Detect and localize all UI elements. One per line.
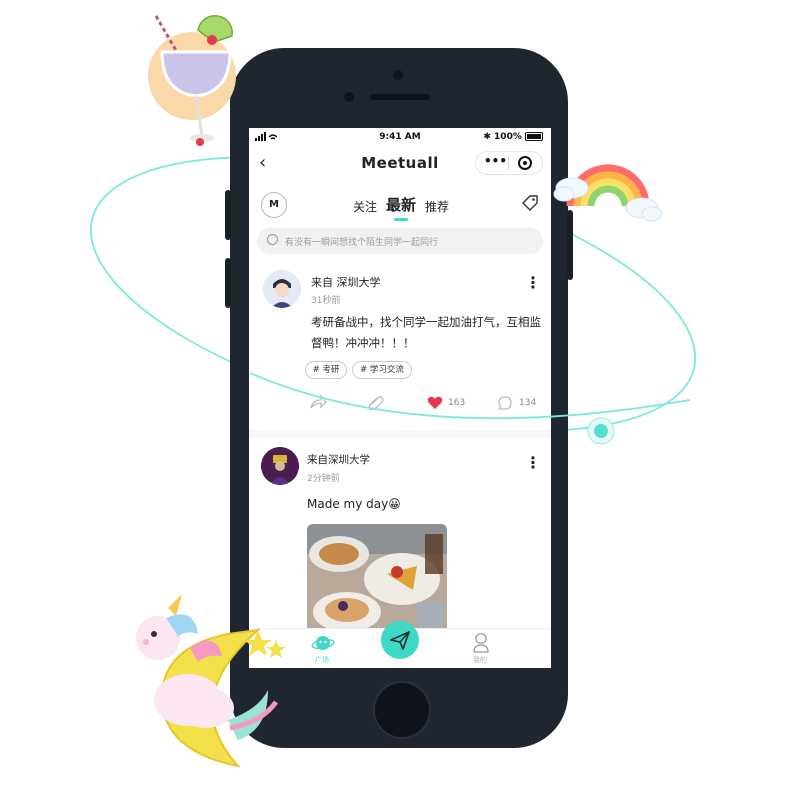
- search-bar[interactable]: 有没有一瞬间想找个陌生同学一起同行: [257, 228, 543, 254]
- paperclip-icon[interactable]: [367, 394, 385, 413]
- tab-latest[interactable]: 最新: [386, 194, 416, 215]
- like-count: 163: [448, 398, 466, 408]
- post-time: 31秒前: [311, 296, 341, 306]
- tag-icon[interactable]: [521, 194, 539, 216]
- comment-count: 134: [519, 398, 537, 408]
- phone-speaker: [370, 94, 430, 100]
- post-text-line1: 考研备战中，找个同学一起加油打气，互相监: [311, 315, 541, 329]
- capsule-divider: [508, 156, 509, 170]
- post-button[interactable]: [381, 621, 419, 659]
- post-text: Made my day😀: [307, 497, 401, 511]
- post-card[interactable]: 来自 深圳大学 31秒前 ⋮ 考研备战中，找个同学一起加油打气，互相监 督鸭！冲…: [249, 266, 551, 426]
- status-bar: 9:41 AM ✱ 100%: [249, 128, 551, 148]
- active-tab-indicator: [394, 218, 408, 221]
- comment-icon[interactable]: [497, 395, 513, 414]
- post-time: 2分钟前: [307, 474, 340, 484]
- post-divider: [249, 430, 551, 438]
- volume-button-down: [225, 258, 231, 308]
- tag-chip[interactable]: # 学习交流: [352, 361, 412, 379]
- mini-program-capsule: •••: [475, 151, 543, 175]
- tag-chip[interactable]: # 考研: [305, 361, 347, 379]
- tab-recommend[interactable]: 推荐: [425, 198, 449, 215]
- profile-icon[interactable]: [473, 633, 489, 657]
- tab-mine-label[interactable]: 我的: [473, 655, 487, 665]
- heart-icon[interactable]: [427, 396, 443, 413]
- close-target-icon[interactable]: [518, 156, 532, 170]
- battery-icon: [525, 132, 543, 141]
- more-options-icon[interactable]: ⋮: [525, 455, 541, 471]
- phone-camera: [393, 70, 403, 80]
- feed-tabs: M 关注 最新 推荐: [249, 186, 551, 222]
- more-dots-icon[interactable]: •••: [484, 154, 507, 168]
- volume-button-up: [225, 190, 231, 240]
- tab-follow[interactable]: 关注: [353, 198, 377, 215]
- post-author: 来自 深圳大学: [311, 276, 381, 289]
- battery-percent: 100%: [494, 132, 522, 142]
- avatar[interactable]: [261, 447, 299, 485]
- search-placeholder: 有没有一瞬间想找个陌生同学一起同行: [285, 238, 439, 248]
- more-options-icon[interactable]: ⋮: [525, 275, 541, 291]
- post-author: 来自深圳大学: [307, 454, 370, 466]
- bluetooth-icon: ✱: [483, 132, 491, 142]
- cocktail-illustration: [148, 14, 236, 146]
- unicorn-moon-illustration: [136, 594, 286, 768]
- post-photo[interactable]: [307, 524, 447, 634]
- share-icon[interactable]: [309, 394, 327, 413]
- nav-bar: ‹ Meetuall •••: [249, 148, 551, 180]
- post-text-line2: 督鸭！冲冲冲！！！: [311, 336, 415, 350]
- home-button[interactable]: [373, 681, 431, 739]
- avatar[interactable]: [263, 270, 301, 308]
- status-right: ✱ 100%: [483, 132, 543, 142]
- m-logo-button[interactable]: M: [261, 192, 287, 218]
- app-screen: 9:41 AM ✱ 100% ‹ Meetuall ••• M 关注 最新 推荐…: [249, 128, 551, 668]
- phone-sensor: [344, 92, 354, 102]
- rainbow-illustration: [553, 164, 663, 222]
- search-icon: [267, 234, 278, 245]
